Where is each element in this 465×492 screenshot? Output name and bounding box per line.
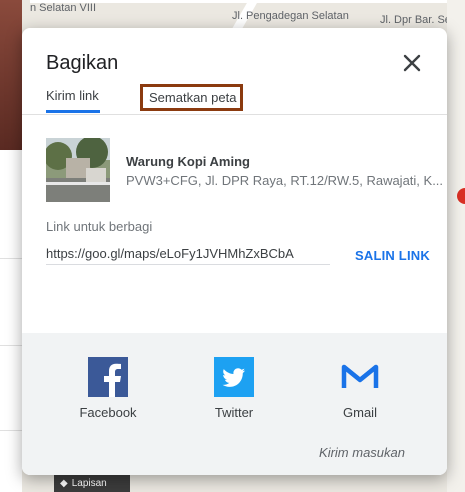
map-label: Jl. Pengadegan Selatan (232, 10, 349, 22)
share-facebook-button[interactable]: Facebook (68, 357, 148, 420)
map-label: n Selatan VIII (30, 2, 97, 14)
side-panel (0, 0, 22, 492)
tab-embed-map[interactable]: Sematkan peta (140, 84, 244, 111)
place-address: PVW3+CFG, Jl. DPR Raya, RT.12/RW.5, Rawa… (126, 173, 444, 188)
place-name: Warung Kopi Aming (126, 154, 250, 169)
active-tab-indicator (46, 110, 100, 113)
send-feedback-link[interactable]: Kirim masukan (319, 445, 405, 460)
twitter-icon (214, 357, 254, 397)
share-link-field[interactable] (46, 242, 330, 265)
layers-button[interactable]: ◆ Lapisan (54, 474, 130, 492)
close-icon (403, 54, 421, 72)
side-panel-photo (0, 0, 22, 150)
tab-bar: Kirim link Sematkan peta (22, 80, 447, 115)
share-dialog: Bagikan Kirim link Sematkan peta Warung … (22, 28, 447, 475)
place-summary: Warung Kopi Aming PVW3+CFG, Jl. DPR Raya… (46, 138, 443, 202)
share-gmail-button[interactable]: Gmail (320, 357, 400, 420)
link-label: Link untuk berbagi (46, 219, 153, 234)
copy-link-button[interactable]: SALIN LINK (355, 248, 430, 263)
facebook-icon (88, 357, 128, 397)
share-facebook-label: Facebook (79, 405, 137, 420)
share-targets: Facebook Twitter Gmail Kirim masukan (22, 333, 447, 475)
share-twitter-button[interactable]: Twitter (194, 357, 274, 420)
tab-send-link[interactable]: Kirim link (46, 88, 99, 103)
layers-label: Lapisan (71, 477, 107, 489)
gmail-icon (341, 364, 379, 388)
close-button[interactable] (401, 52, 423, 74)
layers-icon: ◆ (60, 477, 68, 489)
share-twitter-label: Twitter (214, 405, 254, 420)
dialog-title: Bagikan (46, 52, 119, 74)
share-gmail-label: Gmail (343, 405, 377, 420)
place-thumbnail (46, 138, 110, 202)
